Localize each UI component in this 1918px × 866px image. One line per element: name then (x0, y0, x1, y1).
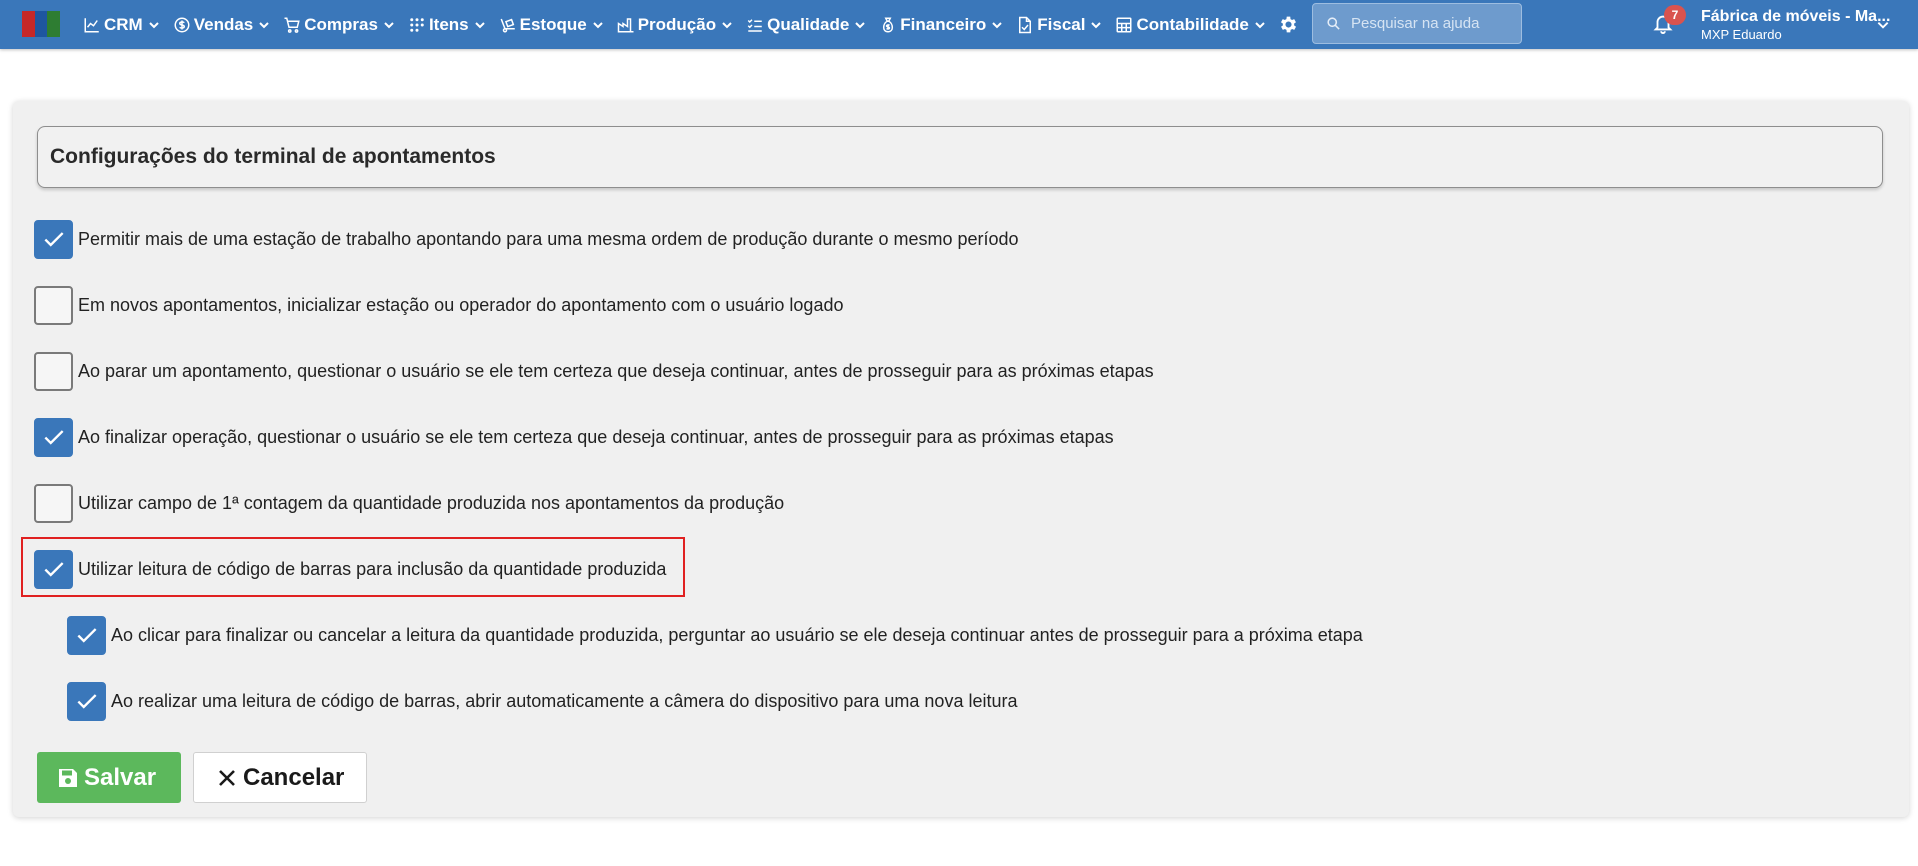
money-bag-icon (883, 17, 894, 33)
cancel-button-label: Cancelar (243, 763, 345, 791)
checkmark-icon (76, 628, 97, 643)
chevron-down-icon (855, 21, 866, 28)
help-search-box[interactable] (1312, 3, 1522, 44)
chevron-down-icon (259, 21, 269, 28)
notification-count-badge: 7 (1664, 5, 1686, 25)
option-label: Ao finalizar operação, questionar o usuá… (78, 426, 1114, 447)
option-confirm-finish[interactable]: Ao finalizar operação, questionar o usuá… (34, 417, 1114, 457)
menu-financeiro[interactable]: Financeiro (876, 0, 1006, 49)
menu-compras[interactable]: Compras (280, 0, 398, 49)
menu-estoque[interactable]: Estoque (496, 0, 607, 49)
app-logo[interactable] (22, 11, 61, 37)
checkbox[interactable] (67, 615, 106, 655)
top-navbar: CRM Vendas Compras Itens Estoque Produçã… (0, 0, 1918, 49)
menu-itens-label: Itens (428, 14, 469, 34)
checklist-icon (747, 18, 762, 32)
save-button-label: Salvar (84, 763, 157, 791)
checkmark-icon (43, 430, 64, 445)
page-title-box: Configurações do terminal de apontamento… (37, 126, 1883, 188)
option-label: Utilizar leitura de código de barras par… (78, 558, 667, 579)
option-barcode-confirm[interactable]: Ao clicar para finalizar ou cancelar a l… (67, 615, 1363, 655)
menu-vendas-label: Vendas (193, 14, 254, 34)
company-name: Fábrica de móveis - Ma... (1701, 8, 1891, 25)
chevron-down-icon (1091, 21, 1102, 28)
menu-qualidade-label: Qualidade (767, 14, 850, 34)
option-confirm-stop[interactable]: Ao parar um apontamento, questionar o us… (34, 351, 1154, 391)
menu-vendas[interactable]: Vendas (170, 0, 274, 49)
chevron-down-icon (474, 21, 485, 28)
settings-button[interactable] (1276, 0, 1302, 49)
option-init-logged-user[interactable]: Em novos apontamentos, inicializar estaç… (34, 285, 843, 325)
option-multiple-stations[interactable]: Permitir mais de uma estação de trabalho… (34, 219, 1019, 259)
cart-icon (284, 17, 300, 33)
account-menu[interactable]: Fábrica de móveis - Ma... MXP Eduardo (1701, 8, 1890, 42)
factory-icon (617, 17, 634, 32)
chevron-down-icon (1255, 21, 1265, 28)
menu-compras-label: Compras (304, 14, 378, 34)
document-check-icon (1019, 16, 1032, 33)
settings-panel: Configurações do terminal de apontamento… (13, 101, 1909, 817)
menu-producao-label: Produção (637, 14, 717, 34)
chevron-down-icon (149, 21, 159, 28)
menu-estoque-label: Estoque (519, 14, 587, 34)
menu-fiscal[interactable]: Fiscal (1013, 0, 1105, 49)
user-name: MXP Eduardo (1701, 27, 1782, 42)
floppy-disk-icon (59, 768, 77, 787)
chevron-down-icon (722, 21, 732, 28)
gear-icon (1281, 16, 1297, 33)
checkbox[interactable] (34, 417, 73, 457)
menu-itens[interactable]: Itens (405, 0, 489, 49)
option-label: Ao realizar uma leitura de código de bar… (111, 690, 1018, 711)
checkmark-icon (76, 694, 97, 709)
chevron-down-icon[interactable] (1876, 18, 1890, 32)
option-first-count[interactable]: Utilizar campo de 1ª contagem da quantid… (34, 483, 784, 523)
page-title: Configurações do terminal de apontamento… (50, 145, 496, 168)
calculator-icon (1116, 17, 1132, 32)
checkbox[interactable] (34, 483, 73, 523)
option-label: Permitir mais de uma estação de trabalho… (78, 228, 1019, 249)
menu-qualidade[interactable]: Qualidade (743, 0, 869, 49)
dolly-icon (500, 18, 515, 32)
menu-contabilidade[interactable]: Contabilidade (1112, 0, 1268, 49)
checkmark-icon (43, 232, 64, 247)
menu-fiscal-label: Fiscal (1037, 14, 1086, 34)
menu-financeiro-label: Financeiro (900, 14, 987, 34)
menu-contabilidade-label: Contabilidade (1136, 14, 1249, 34)
chevron-down-icon (992, 21, 1002, 28)
grid-dots-icon (410, 17, 424, 32)
option-label: Em novos apontamentos, inicializar estaç… (78, 294, 844, 315)
checkbox[interactable] (34, 285, 73, 325)
option-label: Ao parar um apontamento, questionar o us… (78, 360, 1154, 381)
dollar-circle-icon (174, 17, 190, 32)
menu-producao[interactable]: Produção (614, 0, 736, 49)
chevron-down-icon (592, 21, 603, 28)
save-button[interactable]: Salvar (37, 752, 181, 803)
checkbox[interactable] (67, 681, 106, 721)
help-search-input[interactable] (1351, 15, 1511, 32)
checkbox[interactable] (34, 549, 73, 589)
close-icon (219, 769, 235, 786)
chart-line-icon (84, 17, 99, 32)
checkbox[interactable] (34, 219, 73, 259)
main-menu: CRM Vendas Compras Itens Estoque Produçã… (80, 0, 1375, 49)
option-barcode-reading[interactable]: Utilizar leitura de código de barras par… (34, 549, 666, 589)
cancel-button[interactable]: Cancelar (193, 752, 367, 803)
search-icon (1327, 17, 1340, 30)
option-barcode-auto-camera[interactable]: Ao realizar uma leitura de código de bar… (67, 681, 1017, 721)
menu-crm[interactable]: CRM (80, 0, 163, 49)
checkbox[interactable] (34, 351, 73, 391)
option-label: Ao clicar para finalizar ou cancelar a l… (111, 624, 1363, 645)
option-label: Utilizar campo de 1ª contagem da quantid… (78, 492, 785, 513)
menu-crm-label: CRM (104, 14, 143, 34)
checkmark-icon (43, 562, 64, 577)
chevron-down-icon (384, 21, 394, 28)
